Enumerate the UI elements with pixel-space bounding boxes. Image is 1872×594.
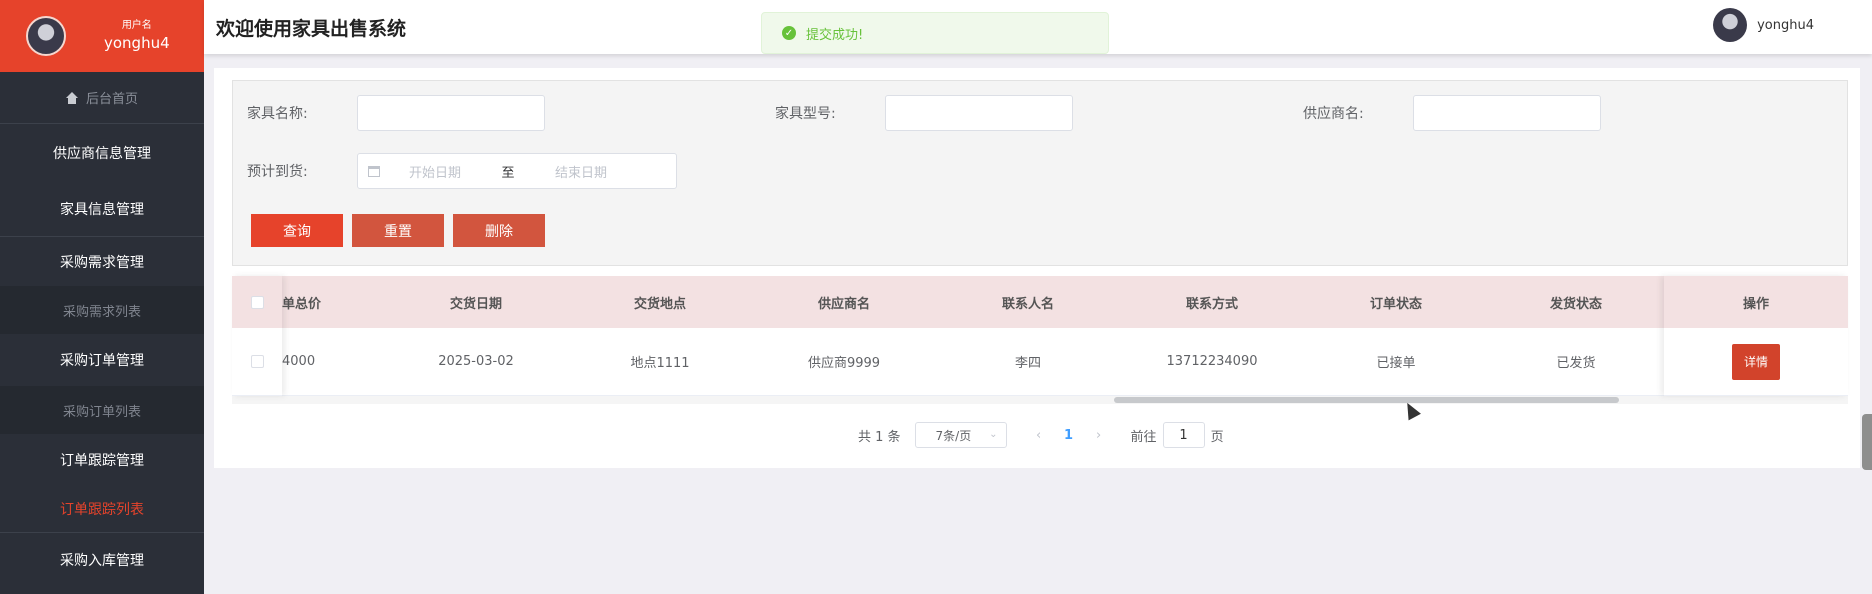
pagination: 共 1 条 7条/页 ⌄ ‹ 1 › 前往 1 页 [858, 422, 1224, 448]
column-header-delivery-date: 交货日期 [449, 296, 502, 312]
supplier-name-label: 供应商名: [1303, 106, 1364, 122]
success-toast: ✓ 提交成功! [761, 12, 1109, 54]
sidebar-item-purchase-warehousing-management[interactable]: 采购入库管理 [0, 532, 204, 586]
sidebar: 用户名 yonghu4 后台首页 供应商信息管理 家具信息管理 采购需求管理 采… [0, 0, 204, 594]
sidebar-item-label: 后台首页 [85, 92, 138, 107]
avatar [26, 16, 66, 56]
calendar-icon [368, 165, 380, 177]
table-header: 单总价 交货日期 交货地点 供应商名 联系人名 联系方式 订单状态 发货状态 [232, 276, 1848, 328]
total-count: 共 1 条 [858, 429, 901, 445]
header-user-menu[interactable]: yonghu4 [1713, 8, 1814, 42]
furniture-model-label: 家具型号: [775, 106, 836, 122]
row-checkbox[interactable] [250, 355, 264, 368]
fixed-action-column: 操作 详情 [1664, 276, 1848, 396]
sidebar-item-home[interactable]: 后台首页 [0, 72, 204, 124]
cell-delivery-place: 地点1111 [630, 356, 690, 371]
next-page-icon[interactable]: › [1091, 428, 1107, 443]
cell-delivery-date: 2025-03-02 [438, 354, 514, 369]
column-header-actions: 操作 [1664, 276, 1848, 328]
column-header-total-price: 单总价 [282, 296, 322, 312]
column-header-delivery-place: 交货地点 [633, 296, 686, 312]
column-header-shipping-status: 发货状态 [1549, 296, 1602, 312]
cell-total-price: 4000 [282, 354, 316, 369]
prev-page-icon[interactable]: ‹ [1031, 428, 1047, 443]
chevron-down-icon: ⌄ [989, 429, 998, 440]
user-label: 用户名 [121, 20, 152, 31]
sidebar-item-order-tracking-list[interactable]: 订单跟踪列表 [0, 486, 204, 532]
scrollbar-thumb[interactable] [1114, 397, 1619, 403]
sidebar-item-purchase-order-management[interactable]: 采购订单管理 [0, 334, 204, 386]
cell-shipping-status: 已发货 [1556, 356, 1596, 371]
order-tracking-table: 单总价 交货日期 交货地点 供应商名 联系人名 联系方式 订单状态 发货状态 4… [232, 276, 1848, 404]
page-size-select[interactable]: 7条/页 ⌄ [914, 422, 1007, 448]
toast-message: 提交成功! [806, 27, 864, 43]
cell-contact-name: 李四 [1014, 356, 1041, 371]
delete-button[interactable]: 删除 [453, 214, 545, 247]
reset-button[interactable]: 重置 [352, 214, 444, 247]
cell-contact-phone: 13712234090 [1166, 354, 1258, 369]
detail-button[interactable]: 详情 [1732, 343, 1780, 380]
column-header-contact-phone: 联系方式 [1185, 296, 1238, 312]
furniture-model-input[interactable] [885, 95, 1073, 131]
sidebar-item-purchase-demand-management[interactable]: 采购需求管理 [0, 236, 204, 286]
page-suffix: 页 [1210, 429, 1224, 445]
goto-label: 前往 [1130, 429, 1157, 445]
sidebar-item-furniture-management[interactable]: 家具信息管理 [0, 182, 204, 236]
cell-supplier-name: 供应商9999 [807, 356, 881, 371]
sidebar-item-supplier-management[interactable]: 供应商信息管理 [0, 124, 204, 182]
end-date-input[interactable]: 结束日期 [526, 162, 636, 181]
furniture-name-label: 家具名称: [247, 106, 308, 122]
goto-page-input[interactable]: 1 [1162, 422, 1205, 448]
furniture-name-input[interactable] [357, 95, 545, 131]
table-horizontal-scrollbar[interactable] [232, 396, 1848, 404]
page-number-current[interactable]: 1 [1057, 428, 1081, 443]
search-button[interactable]: 查询 [251, 214, 343, 247]
column-header-supplier-name: 供应商名 [817, 296, 870, 312]
column-header-contact-name: 联系人名 [1001, 296, 1054, 312]
main-content: 家具名称: 家具型号: 供应商名: 预计到货: 开始日期 至 结束日期 查询 重… [214, 68, 1860, 468]
table-row: 4000 2025-03-02 地点1111 供应商9999 李四 137122… [232, 328, 1848, 396]
avatar [1713, 8, 1748, 42]
sidebar-item-order-tracking-management[interactable]: 订单跟踪管理 [0, 434, 204, 486]
column-header-order-status: 订单状态 [1369, 296, 1422, 312]
range-separator: 至 [501, 165, 515, 181]
sidebar-item-purchase-demand-list[interactable]: 采购需求列表 [0, 286, 204, 334]
cell-order-status: 已接单 [1376, 356, 1416, 371]
supplier-name-input[interactable] [1413, 95, 1601, 131]
page-vertical-scrollbar[interactable] [1862, 414, 1872, 470]
header-user-name: yonghu4 [1757, 17, 1814, 33]
check-circle-icon: ✓ [782, 26, 796, 40]
start-date-input[interactable]: 开始日期 [380, 162, 490, 181]
arrival-date-range[interactable]: 开始日期 至 结束日期 [357, 153, 677, 189]
user-name: yonghu4 [104, 34, 170, 52]
fixed-selection-column [232, 276, 282, 396]
page-title: 欢迎使用家具出售系统 [216, 18, 407, 40]
sidebar-item-purchase-order-list[interactable]: 采购订单列表 [0, 386, 204, 434]
search-form: 家具名称: 家具型号: 供应商名: 预计到货: 开始日期 至 结束日期 查询 重… [232, 80, 1848, 266]
sidebar-user: 用户名 yonghu4 [0, 0, 204, 72]
expected-arrival-label: 预计到货: [247, 164, 308, 180]
select-all-checkbox[interactable] [250, 295, 264, 309]
home-icon [65, 91, 78, 104]
